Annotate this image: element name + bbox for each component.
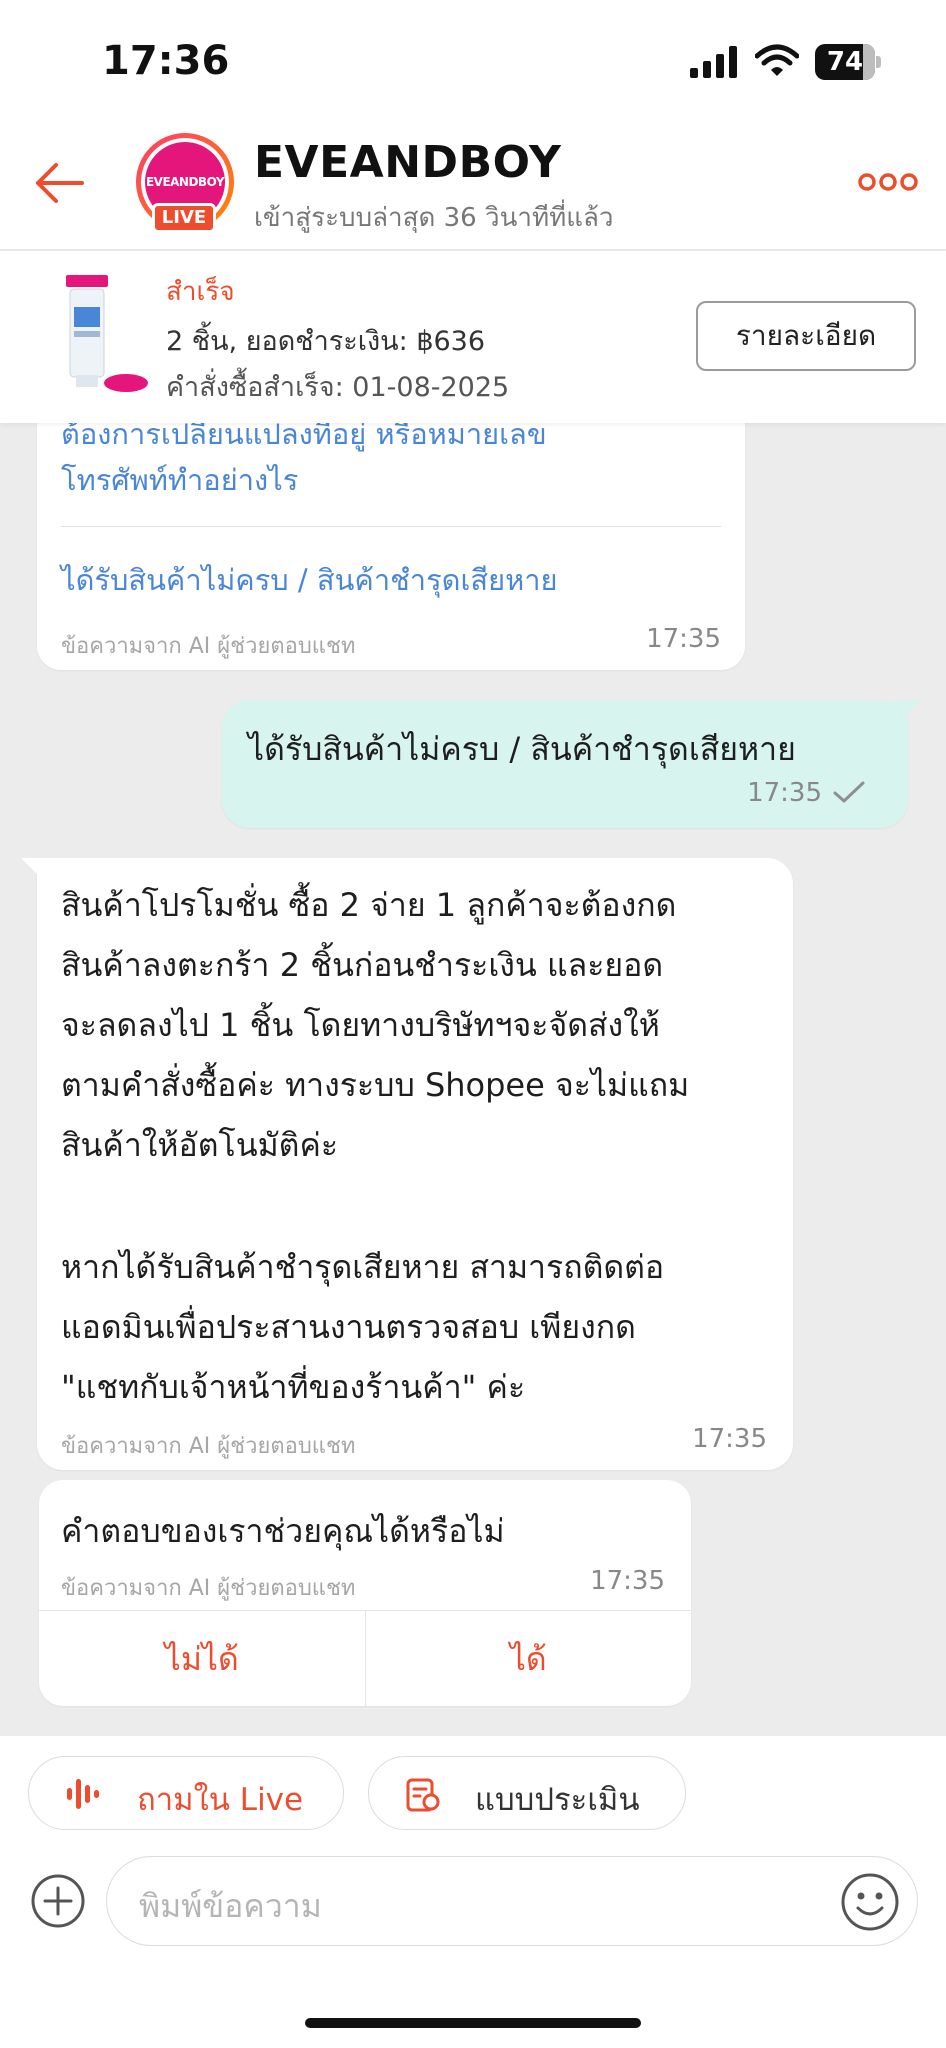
message-time: 17:35 xyxy=(646,624,721,654)
smiley-icon[interactable] xyxy=(839,1871,901,1933)
order-detail-button[interactable]: รายละเอียด xyxy=(696,301,916,371)
cellular-signal-icon xyxy=(690,46,737,78)
reply-text-line: แอดมินเพื่อประสานงานตรวจสอบ เพียงกด xyxy=(61,1308,636,1346)
ask-in-live-label: ถามใน Live xyxy=(137,1782,304,1818)
reply-text-line: ตามคำสั่งซื้อค่ะ ทางระบบ Shopee จะไม่แถม xyxy=(61,1066,690,1104)
reply-text-line: สินค้าลงตะกร้า 2 ชิ้นก่อนชำระเงิน และยอด xyxy=(61,946,664,984)
message-time: 17:35 xyxy=(590,1566,665,1596)
form-icon xyxy=(406,1778,440,1812)
arrow-left-icon[interactable] xyxy=(30,153,90,213)
sent-message: ได้รับสินค้าไม่ครบ / สินค้าชำรุดเสียหาย … xyxy=(222,700,922,828)
feedback-yes-button[interactable]: ได้ xyxy=(364,1611,692,1706)
reply-text-line: จะลดลงไป 1 ชิ้น โดยทางบริษัทฯจะจัดส่งให้ xyxy=(61,1006,660,1044)
wifi-icon xyxy=(755,44,799,76)
reply-message: สินค้าโปรโมชั่น ซื้อ 2 จ่าย 1 ลูกค้าจะต้… xyxy=(21,858,793,1470)
product-thumbnail xyxy=(60,271,150,399)
sound-wave-icon xyxy=(67,1779,99,1809)
composer-area: ถามใน Live แบบประเมิน พิมพ์ข้อความ xyxy=(0,1736,946,2048)
order-completed-date: คำสั่งซื้อสำเร็จ: 01-08-2025 xyxy=(166,372,510,403)
faq-question-damaged[interactable]: ได้รับสินค้าไม่ครบ / สินค้าชำรุดเสียหาย xyxy=(61,556,557,604)
chat-header: EVEANDBOY LIVE EVEANDBOY เข้าสู่ระบบล่าส… xyxy=(0,125,946,250)
sent-message-text: ได้รับสินค้าไม่ครบ / สินค้าชำรุดเสียหาย xyxy=(248,730,796,768)
ai-assistant-label: ข้อความจาก AI ผู้ช่วยตอบแชท xyxy=(61,1434,356,1459)
feedback-no-button[interactable]: ไม่ได้ xyxy=(39,1611,365,1706)
last-seen-status: เข้าสู่ระบบล่าสุด 36 วินาทีที่แล้ว xyxy=(254,203,614,233)
reply-text-line: หากได้รับสินค้าชำรุดเสียหาย สามารถติดต่อ xyxy=(61,1248,665,1286)
feedback-question: คำตอบของเราช่วยคุณได้หรือไม่ xyxy=(61,1512,505,1550)
message-time: 17:35 xyxy=(692,1424,767,1454)
shop-name[interactable]: EVEANDBOY xyxy=(254,137,561,188)
status-bar: 17:36 74 xyxy=(0,0,946,125)
faq-divider xyxy=(61,526,721,527)
order-status: สำเร็จ xyxy=(166,277,235,307)
reply-text-line: สินค้าให้อัตโนมัติค่ะ xyxy=(61,1126,339,1164)
check-icon xyxy=(833,781,865,803)
order-summary: 2 ชิ้น, ยอดชำระเงิน: ฿636 xyxy=(166,326,486,357)
message-input[interactable]: พิมพ์ข้อความ xyxy=(106,1856,918,1946)
order-banner[interactable]: สำเร็จ 2 ชิ้น, ยอดชำระเงิน: ฿636 คำสั่งซ… xyxy=(0,251,946,423)
live-badge: LIVE xyxy=(152,203,216,233)
message-time: 17:35 xyxy=(747,778,822,808)
ai-assistant-label: ข้อความจาก AI ผู้ช่วยตอบแชท xyxy=(61,1576,356,1601)
message-input-placeholder: พิมพ์ข้อความ xyxy=(139,1887,322,1925)
battery-level: 74 xyxy=(826,47,864,77)
feedback-bubble: คำตอบของเราช่วยคุณได้หรือไม่ ข้อความจาก … xyxy=(39,1480,691,1706)
reply-text-line: "แชทกับเจ้าหน้าที่ของร้านค้า" ค่ะ xyxy=(61,1368,526,1406)
faq-question-address-cont[interactable]: โทรศัพท์ทำอย่างไร xyxy=(61,456,298,504)
more-dots-icon[interactable] xyxy=(858,167,918,197)
reply-text-line: สินค้าโปรโมชั่น ซื้อ 2 จ่าย 1 ลูกค้าจะต้… xyxy=(61,886,677,924)
status-time: 17:36 xyxy=(102,38,230,84)
faq-bubble: ต้องการเปลี่ยนแปลงที่อยู่ หรือหมายเลข โท… xyxy=(37,380,745,670)
evaluation-button[interactable]: แบบประเมิน xyxy=(368,1756,686,1830)
ask-in-live-button[interactable]: ถามใน Live xyxy=(28,1756,344,1830)
home-indicator xyxy=(305,2018,641,2028)
evaluation-label: แบบประเมิน xyxy=(475,1782,640,1818)
ai-assistant-label: ข้อความจาก AI ผู้ช่วยตอบแชท xyxy=(61,634,356,659)
plus-circle-icon[interactable] xyxy=(30,1873,86,1929)
battery-indicator: 74 xyxy=(815,44,881,80)
